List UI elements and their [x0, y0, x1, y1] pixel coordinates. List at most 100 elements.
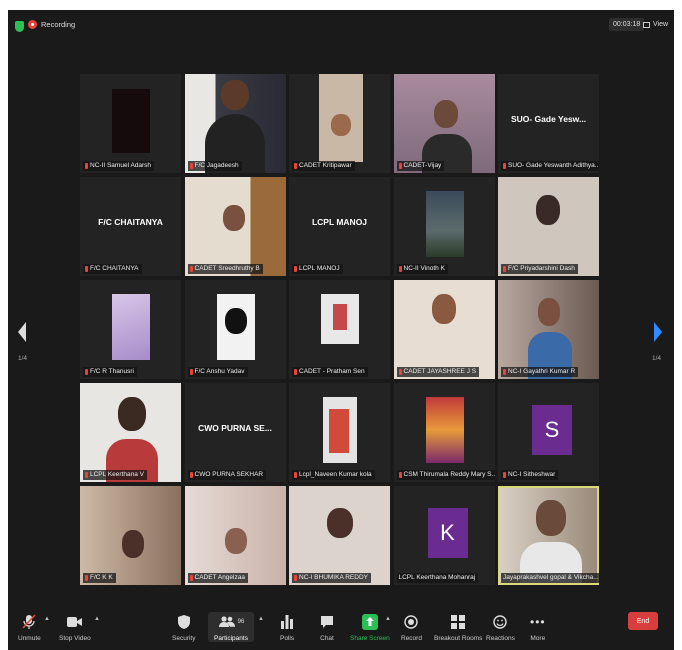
participant-tile[interactable]: Lcpl_Naveen Kumar kola: [289, 383, 390, 482]
gallery-grid: NC-II Samuel Adarsh F/C Jagadeesh CADET …: [80, 74, 599, 589]
participant-name-label: CADET - Pratham Sen: [292, 367, 368, 377]
participant-tile[interactable]: CADET Kritipawar: [289, 74, 390, 173]
participant-tile[interactable]: F/C Priyadarshini Dash: [498, 177, 599, 276]
participant-tile[interactable]: CSM Thirumala Reddy Mary S...: [393, 383, 495, 482]
recording-dot-icon: [28, 20, 37, 29]
participant-tile[interactable]: F/C Jagadeesh: [184, 74, 286, 173]
participant-name: NC-I Gayathri Kumar R: [508, 368, 576, 375]
page-indicator-right: 1/4: [652, 355, 662, 362]
participant-name-label: NC-I BHUMIKA REDDY: [292, 573, 371, 583]
record-button[interactable]: Record: [401, 612, 422, 642]
share-screen-label: Share Screen: [350, 635, 390, 642]
audio-options-caret-icon[interactable]: ▲: [44, 616, 50, 622]
participant-display-name: F/C CHAITANYA: [98, 217, 163, 227]
participant-display-name: CWO PURNA SE...: [198, 423, 272, 433]
participant-name: CADET Angelzaa: [194, 574, 245, 581]
participant-tile[interactable]: F/C R Thanusri: [80, 280, 181, 379]
participant-name-label: NC-I Sitheshwar: [501, 470, 559, 480]
polls-icon: [281, 612, 294, 632]
participant-name-label: LCPL Keerthana V: [83, 470, 147, 480]
video-person: [122, 530, 144, 558]
participant-tile[interactable]: CADET Angelzaa: [184, 486, 286, 585]
muted-mic-icon: [85, 575, 88, 581]
participant-tile[interactable]: CADET Sreedhruthy B: [184, 177, 286, 276]
participant-tile[interactable]: CWO PURNA SE... CWO PURNA SEKHAR: [184, 383, 286, 482]
muted-mic-icon: [189, 266, 193, 272]
encryption-shield-icon[interactable]: [15, 21, 24, 32]
participant-tile-active-speaker[interactable]: Jayaprakashvel gopal & Vikcha...: [498, 486, 599, 585]
participant-name-label: CADET Angelzaa: [187, 573, 248, 583]
participant-tile[interactable]: S NC-I Sitheshwar: [498, 383, 599, 482]
more-button[interactable]: ••• More: [530, 612, 546, 642]
participant-name-label: SUO- Gade Yeswanth Adithya...: [501, 161, 599, 171]
participant-tile[interactable]: CADET-Vijay: [393, 74, 495, 173]
participant-tile[interactable]: LCPL MANOJ LCPL MANOJ: [289, 177, 390, 276]
participant-name-label: F/C Anshu Yadav: [187, 367, 248, 377]
participant-name: CSM Thirumala Reddy Mary S...: [403, 471, 495, 478]
participant-tile[interactable]: K LCPL Keerthana Mohanraj: [393, 486, 495, 585]
zoom-meeting-window: Recording 00:03:18 View 1/4 1/4 NC-II Sa…: [8, 10, 674, 650]
end-meeting-button[interactable]: End: [628, 612, 658, 630]
participants-label: Participants: [214, 635, 248, 642]
participant-name: LCPL Keerthana Mohanraj: [398, 574, 476, 581]
muted-mic-icon: [398, 266, 402, 272]
polls-button[interactable]: Polls: [280, 612, 294, 642]
record-icon: [404, 612, 419, 632]
avatar: S: [532, 405, 572, 455]
video-person: [222, 205, 245, 231]
previous-page-arrow-icon[interactable]: [18, 322, 26, 342]
participant-name-label: CADET JAYASHREE J S: [396, 367, 480, 377]
video-person: [431, 294, 456, 324]
view-button[interactable]: View: [643, 21, 668, 28]
muted-mic-icon: [294, 266, 297, 272]
participant-name-label: F/C Jagadeesh: [187, 161, 242, 171]
participant-name: CADET JAYASHREE J S: [403, 368, 477, 375]
next-page-arrow-icon[interactable]: [654, 322, 662, 342]
muted-mic-icon: [85, 369, 88, 375]
muted-mic-icon: [503, 472, 506, 478]
participant-tile[interactable]: LCPL Keerthana V: [80, 383, 181, 482]
participant-tile[interactable]: NC-I BHUMIKA REDDY: [289, 486, 390, 585]
participant-tile[interactable]: NC-I Gayathri Kumar R: [498, 280, 599, 379]
participant-name-label: NC-I Gayathri Kumar R: [501, 367, 579, 377]
share-options-caret-icon[interactable]: ▲: [385, 616, 391, 622]
participants-button[interactable]: 96 Participants: [208, 612, 254, 642]
meeting-toolbar: Unmute ▲ Stop Video ▲ Security 96 Partic…: [8, 608, 674, 650]
participant-tile[interactable]: SUO- Gade Yesw... SUO- Gade Yeswanth Adi…: [498, 74, 599, 173]
share-screen-icon: [361, 612, 378, 632]
top-bar: Recording 00:03:18 View: [8, 10, 674, 42]
participant-name-label: CADET-Vijay: [396, 161, 445, 171]
stop-video-button[interactable]: Stop Video: [59, 612, 91, 642]
video-feed: [498, 177, 599, 276]
participant-tile[interactable]: NC-II Vinoth K: [393, 177, 495, 276]
breakout-rooms-label: Breakout Rooms: [434, 635, 483, 642]
participant-name-label: NC-II Samuel Adarsh: [83, 161, 155, 171]
share-screen-button[interactable]: Share Screen: [350, 612, 390, 642]
video-feed: [425, 397, 464, 463]
participant-tile[interactable]: F/C Anshu Yadav: [184, 280, 286, 379]
video-person: [327, 508, 353, 538]
recording-indicator[interactable]: Recording: [28, 20, 75, 29]
breakout-rooms-button[interactable]: Breakout Rooms: [434, 612, 482, 642]
participants-options-caret-icon[interactable]: ▲: [258, 616, 264, 622]
chat-button[interactable]: Chat: [320, 612, 334, 642]
participant-tile[interactable]: F/C K K: [80, 486, 181, 585]
muted-mic-icon: [294, 163, 297, 169]
participant-tile[interactable]: F/C CHAITANYA F/C CHAITANYA: [80, 177, 181, 276]
participant-tile[interactable]: NC-II Samuel Adarsh: [80, 74, 181, 173]
participant-tile[interactable]: CADET JAYASHREE J S: [393, 280, 495, 379]
security-button[interactable]: Security: [172, 612, 195, 642]
participant-name-label: CADET Sreedhruthy B: [187, 264, 263, 274]
avatar: K: [427, 508, 468, 558]
participant-name: F/C Jagadeesh: [194, 162, 239, 169]
participant-tile[interactable]: CADET - Pratham Sen: [289, 280, 390, 379]
chat-icon: [320, 612, 334, 632]
reactions-button[interactable]: Reactions: [486, 612, 515, 642]
participant-name: F/C CHAITANYA: [90, 265, 139, 272]
participant-name: NC-I Sitheshwar: [508, 471, 556, 478]
unmute-button[interactable]: Unmute: [18, 612, 41, 642]
muted-mic-icon: [189, 575, 193, 581]
breakout-rooms-icon: [451, 612, 466, 632]
security-label: Security: [172, 635, 196, 642]
video-options-caret-icon[interactable]: ▲: [94, 616, 100, 622]
